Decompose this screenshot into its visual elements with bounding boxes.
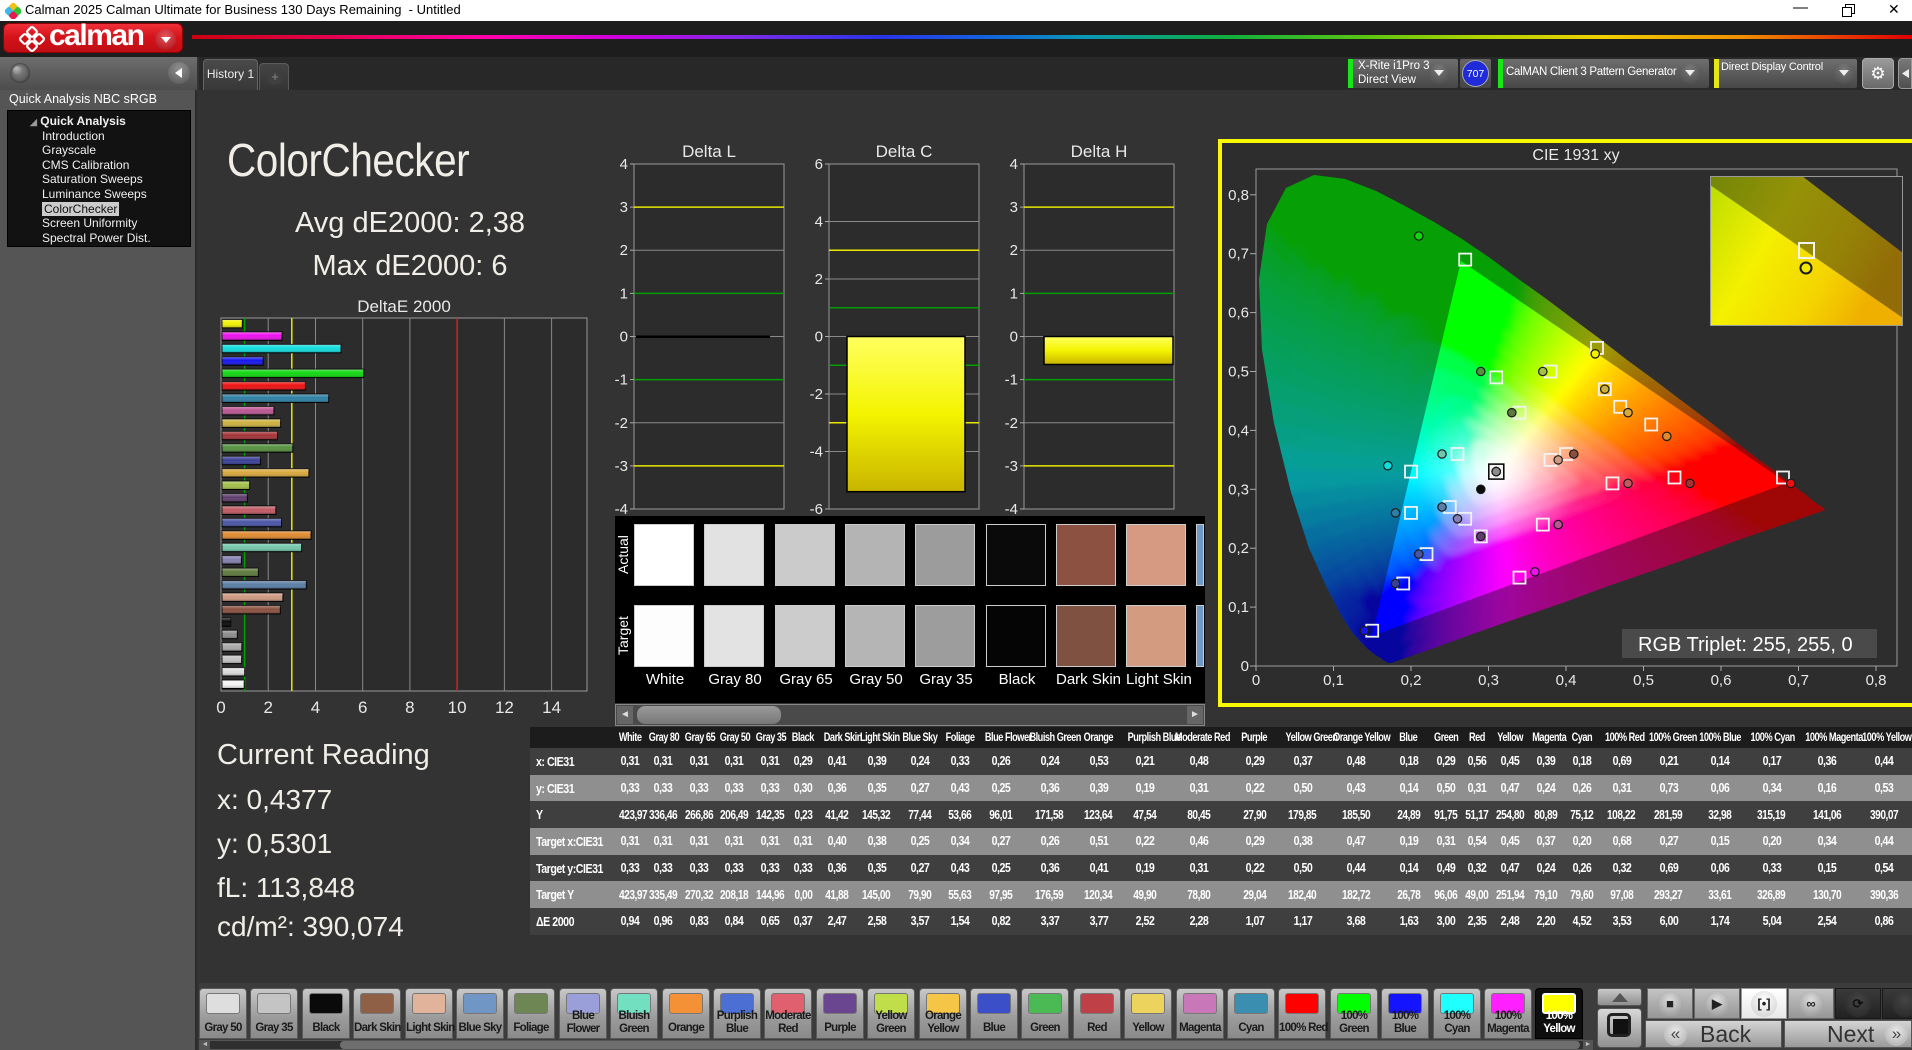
svg-text:0,2: 0,2	[1228, 540, 1249, 557]
svg-text:Delta H: Delta H	[1071, 142, 1128, 161]
svg-text:Delta C: Delta C	[876, 142, 933, 161]
svg-text:-2: -2	[615, 415, 628, 432]
svg-text:0,1: 0,1	[1323, 672, 1344, 689]
svg-text:0,5: 0,5	[1228, 364, 1249, 381]
svg-text:-3: -3	[1005, 458, 1018, 475]
svg-text:0,3: 0,3	[1228, 481, 1249, 498]
svg-text:0,6: 0,6	[1228, 305, 1249, 322]
svg-text:0,1: 0,1	[1228, 599, 1249, 616]
svg-text:3: 3	[620, 199, 628, 216]
svg-text:-2: -2	[810, 386, 823, 403]
svg-text:-2: -2	[1005, 415, 1018, 432]
svg-text:6: 6	[358, 698, 367, 717]
svg-text:2: 2	[620, 242, 628, 259]
svg-text:0,4: 0,4	[1556, 672, 1577, 689]
svg-text:8: 8	[405, 698, 414, 717]
svg-text:0: 0	[1010, 329, 1018, 346]
svg-text:0,2: 0,2	[1401, 672, 1422, 689]
svg-text:-4: -4	[810, 444, 823, 461]
svg-text:4: 4	[1010, 156, 1018, 173]
svg-text:0,7: 0,7	[1228, 246, 1249, 263]
svg-text:-3: -3	[615, 458, 628, 475]
svg-text:0,8: 0,8	[1228, 187, 1249, 204]
svg-text:0: 0	[620, 329, 628, 346]
svg-text:0,6: 0,6	[1711, 672, 1732, 689]
svg-text:12: 12	[495, 698, 514, 717]
svg-text:1: 1	[1010, 285, 1018, 302]
svg-text:0,3: 0,3	[1478, 672, 1499, 689]
svg-text:2: 2	[1010, 242, 1018, 259]
svg-text:-1: -1	[615, 372, 628, 389]
svg-text:0,7: 0,7	[1788, 672, 1809, 689]
svg-text:4: 4	[620, 156, 628, 173]
svg-text:0: 0	[216, 698, 225, 717]
svg-text:10: 10	[448, 698, 467, 717]
svg-text:CIE 1931 xy: CIE 1931 xy	[1532, 147, 1619, 164]
svg-text:0,8: 0,8	[1866, 672, 1887, 689]
svg-text:2: 2	[263, 698, 272, 717]
svg-text:Delta L: Delta L	[682, 142, 736, 161]
svg-text:14: 14	[542, 698, 561, 717]
svg-text:-1: -1	[1005, 372, 1018, 389]
svg-text:4: 4	[815, 214, 823, 231]
svg-text:2: 2	[815, 271, 823, 288]
svg-text:4: 4	[311, 698, 320, 717]
svg-text:3: 3	[1010, 199, 1018, 216]
svg-text:0: 0	[1241, 658, 1249, 675]
svg-text:1: 1	[620, 285, 628, 302]
svg-text:0: 0	[1252, 672, 1260, 689]
svg-text:DeltaE 2000: DeltaE 2000	[357, 297, 451, 316]
svg-text:6: 6	[815, 156, 823, 173]
svg-text:0: 0	[815, 329, 823, 346]
svg-text:0,4: 0,4	[1228, 422, 1249, 439]
svg-text:0,5: 0,5	[1633, 672, 1654, 689]
svg-text:RGB Triplet: 255, 255, 0: RGB Triplet: 255, 255, 0	[1638, 634, 1853, 656]
